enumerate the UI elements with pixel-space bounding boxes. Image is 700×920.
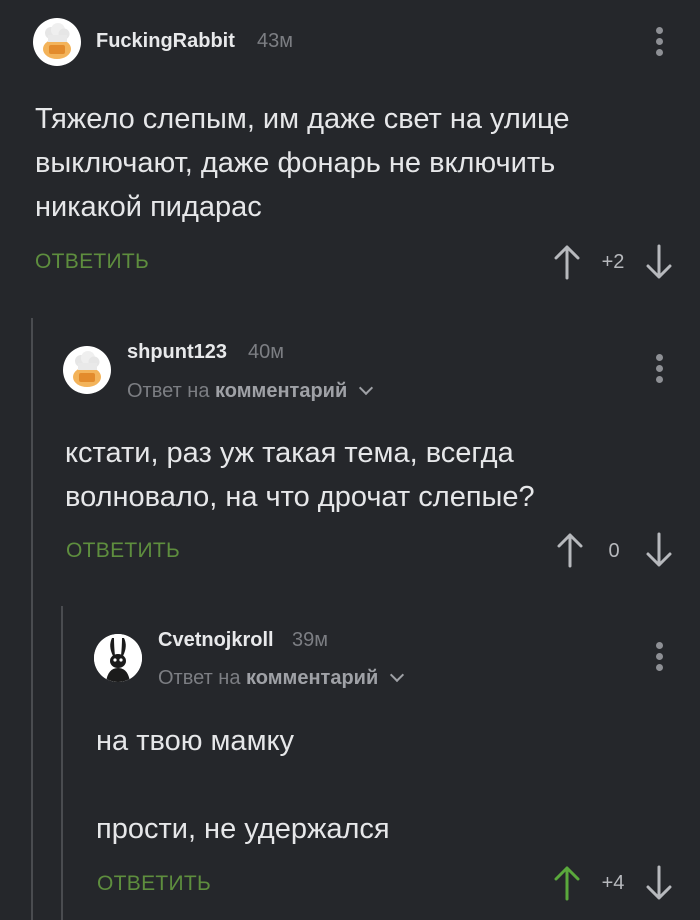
upvote-arrow-icon[interactable] (553, 244, 581, 280)
reply-button[interactable]: ОТВЕТИТЬ (35, 250, 149, 274)
comment-body: Тяжело слепым, им даже свет на улице вык… (35, 97, 569, 229)
chef-hat-avatar-icon (73, 351, 101, 387)
comment-body: кстати, раз уж такая тема, всегда волнов… (65, 431, 535, 519)
comment-body: на твою мамку прости, не удержался (96, 719, 390, 851)
downvote-arrow-icon[interactable] (645, 244, 673, 280)
comment-score: +2 (601, 251, 625, 273)
reply-button[interactable]: ОТВЕТИТЬ (97, 872, 211, 896)
thread-line-level-2 (61, 606, 63, 920)
more-options-icon[interactable] (654, 354, 664, 384)
comment-line: кстати, раз уж такая тема, всегда (65, 437, 514, 469)
comment-score: +4 (601, 872, 625, 894)
reply-to-prefix: Ответ на (158, 667, 241, 689)
reply-button[interactable]: ОТВЕТИТЬ (66, 539, 180, 563)
comment-line: волновало, на что дрочат слепые? (65, 481, 535, 513)
chevron-down-icon (358, 380, 373, 396)
username[interactable]: FuckingRabbit (96, 30, 235, 53)
comment-line (96, 763, 390, 807)
reply-to-target: комментарий (215, 380, 348, 402)
rabbit-avatar-icon (94, 634, 142, 682)
downvote-arrow-icon[interactable] (645, 532, 673, 568)
avatar[interactable] (63, 346, 111, 394)
upvote-arrow-icon[interactable] (553, 865, 581, 901)
timestamp: 40м (248, 341, 284, 363)
comment-line: на твою мамку (96, 725, 295, 757)
upvote-arrow-icon[interactable] (556, 532, 584, 568)
reply-to-target: комментарий (246, 667, 379, 689)
chef-hat-avatar-icon (43, 23, 71, 59)
username[interactable]: Cvetnojkroll (158, 629, 274, 652)
comment-line: прости, не удержался (96, 813, 390, 845)
avatar[interactable] (94, 634, 142, 682)
comment-line: Тяжело слепым, им даже свет на улице (35, 103, 570, 135)
more-options-icon[interactable] (654, 642, 664, 672)
avatar[interactable] (33, 18, 81, 66)
comment-line: никакой пидарас (35, 191, 262, 223)
reply-to-link[interactable]: Ответ на комментарий (127, 380, 373, 403)
thread-line-level-1 (31, 318, 33, 920)
timestamp: 43м (257, 30, 293, 52)
downvote-arrow-icon[interactable] (645, 865, 673, 901)
comment-score: 0 (608, 540, 620, 562)
username[interactable]: shpunt123 (127, 341, 227, 364)
timestamp: 39м (292, 629, 328, 651)
chevron-down-icon (389, 667, 404, 683)
comment-line: выключают, даже фонарь не включить (35, 147, 556, 179)
reply-to-link[interactable]: Ответ на комментарий (158, 667, 404, 690)
reply-to-prefix: Ответ на (127, 380, 210, 402)
more-options-icon[interactable] (654, 27, 664, 57)
